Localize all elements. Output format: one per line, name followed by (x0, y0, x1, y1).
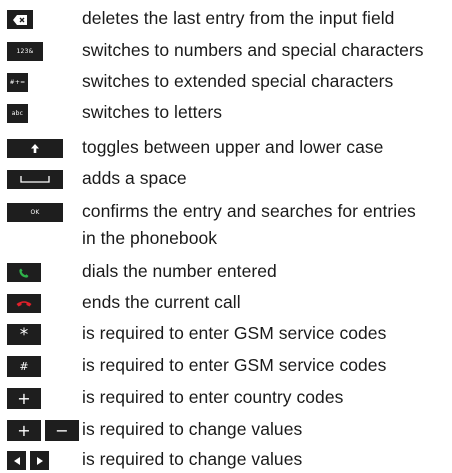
dial-key (7, 263, 41, 282)
legend-description-line1: confirms the entry and searches for entr… (82, 201, 416, 221)
space-bar-icon (20, 176, 50, 183)
legend-description: is required to change values (82, 449, 303, 469)
star-key: * (7, 324, 41, 345)
legend-description: deletes the last entry from the input fi… (82, 8, 395, 28)
right-arrow-key (30, 451, 49, 470)
legend-description: confirms the entry and searches for entr… (82, 198, 416, 252)
legend-row-dial: dials the number entered (0, 258, 452, 285)
legend-description: is required to enter GSM service codes (82, 355, 387, 375)
left-arrow-icon (13, 456, 20, 465)
backspace-icon (13, 14, 27, 25)
legend-description: adds a space (82, 168, 187, 188)
hash-key: # (7, 356, 41, 377)
legend-description: is required to enter GSM service codes (82, 323, 387, 343)
legend-row-numbers: 123& switches to numbers and special cha… (0, 37, 452, 64)
legend-description: dials the number entered (82, 261, 277, 281)
legend-row-end: ends the current call (0, 289, 452, 316)
extended-key: #+= (7, 73, 28, 92)
legend-description: ends the current call (82, 292, 241, 312)
legend-row-letters: abc switches to letters (0, 99, 452, 126)
legend-description: switches to numbers and special characte… (82, 40, 424, 60)
legend-description-line2: in the phonebook (82, 228, 218, 248)
right-arrow-icon (36, 456, 43, 465)
plus-key: + (7, 388, 41, 409)
ok-key: OK (7, 203, 63, 222)
legend-description: switches to extended special characters (82, 71, 394, 91)
legend-row-extended: #+= switches to extended special charact… (0, 68, 452, 95)
plus-key: + (7, 420, 41, 441)
shift-arrow-icon (31, 144, 39, 153)
legend-row-backspace: deletes the last entry from the input fi… (0, 5, 452, 32)
shift-key (7, 139, 63, 158)
legend-description: is required to change values (82, 419, 303, 439)
minus-key: − (45, 420, 79, 441)
phone-end-icon (16, 301, 32, 307)
phone-dial-icon (19, 268, 29, 278)
legend-row-ok: OK confirms the entry and searches for e… (0, 198, 452, 252)
end-key (7, 294, 41, 313)
legend-row-plusminus: + − is required to change values (0, 416, 452, 443)
legend-description: toggles between upper and lower case (82, 137, 384, 157)
letters-key: abc (7, 104, 28, 123)
legend-row-shift: toggles between upper and lower case (0, 134, 452, 161)
legend-description: switches to letters (82, 102, 223, 122)
legend-row-plus: + is required to enter country codes (0, 384, 452, 411)
numbers-key: 123& (7, 42, 43, 61)
space-key (7, 170, 63, 189)
legend-description: is required to enter country codes (82, 387, 344, 407)
backspace-key (7, 10, 33, 29)
legend-row-space: adds a space (0, 165, 452, 192)
left-arrow-key (7, 451, 26, 470)
legend-row-hash: # is required to enter GSM service codes (0, 352, 452, 379)
legend-row-arrows: is required to change values (0, 446, 452, 473)
legend-row-star: * is required to enter GSM service codes (0, 320, 452, 347)
